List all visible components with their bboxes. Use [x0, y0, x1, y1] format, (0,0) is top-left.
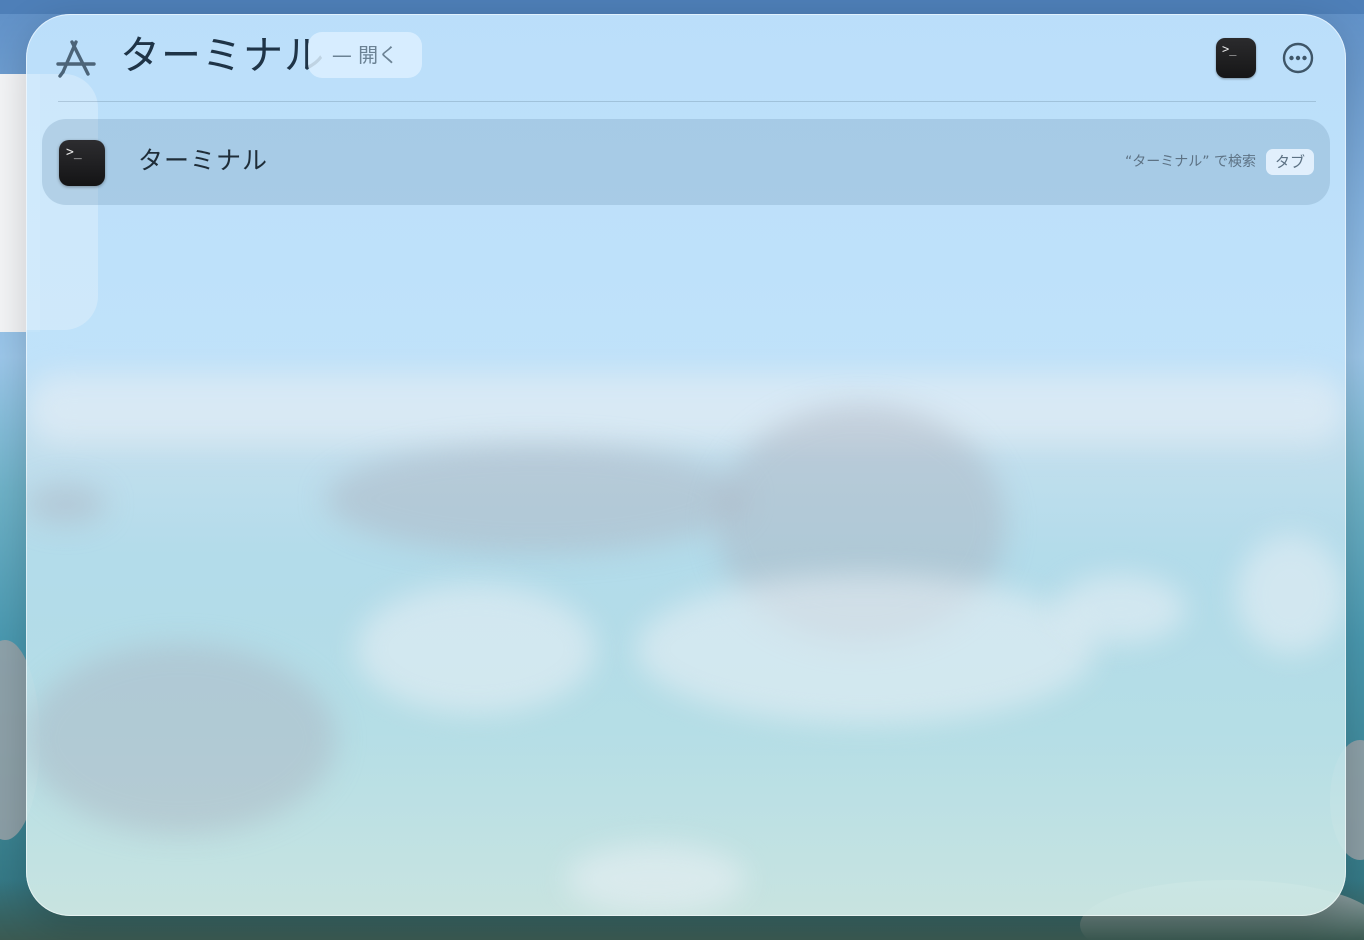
blurred-rock	[1236, 534, 1346, 654]
ellipsis-circle-icon[interactable]	[1282, 42, 1314, 74]
app-store-icon	[56, 40, 96, 78]
terminal-icon: >_	[1216, 38, 1256, 78]
blurred-rock	[566, 844, 746, 914]
desktop-background: ターミナル — 開く >_ >_ ターミナル “ターミナル” で検索 タブ	[0, 0, 1364, 940]
open-action-hint[interactable]: — 開く	[308, 32, 422, 78]
terminal-icon: >_	[59, 140, 105, 186]
blurred-rock	[26, 644, 336, 834]
spotlight-panel: ターミナル — 開く >_ >_ ターミナル “ターミナル” で検索 タブ	[26, 14, 1346, 916]
result-title: ターミナル	[138, 146, 269, 175]
blurred-rock	[1056, 574, 1186, 644]
desktop-window-strip	[0, 0, 1364, 14]
result-row-terminal[interactable]: >_ ターミナル “ターミナル” で検索 タブ	[42, 119, 1330, 205]
blurred-rock	[26, 484, 106, 524]
search-bar: ターミナル — 開く >_	[26, 14, 1346, 102]
blurred-rock	[636, 574, 1096, 724]
tab-key-badge: タブ	[1266, 149, 1314, 175]
terminal-prompt-glyph: >_	[1222, 42, 1237, 56]
search-input[interactable]: ターミナル	[120, 30, 325, 82]
terminal-prompt-glyph: >_	[66, 145, 82, 160]
blurred-cloud	[26, 374, 1346, 444]
blurred-rock	[356, 584, 596, 714]
search-for-hint: “ターミナル” で検索	[1125, 154, 1256, 170]
blurred-rock	[326, 444, 746, 554]
search-divider	[58, 101, 1316, 102]
